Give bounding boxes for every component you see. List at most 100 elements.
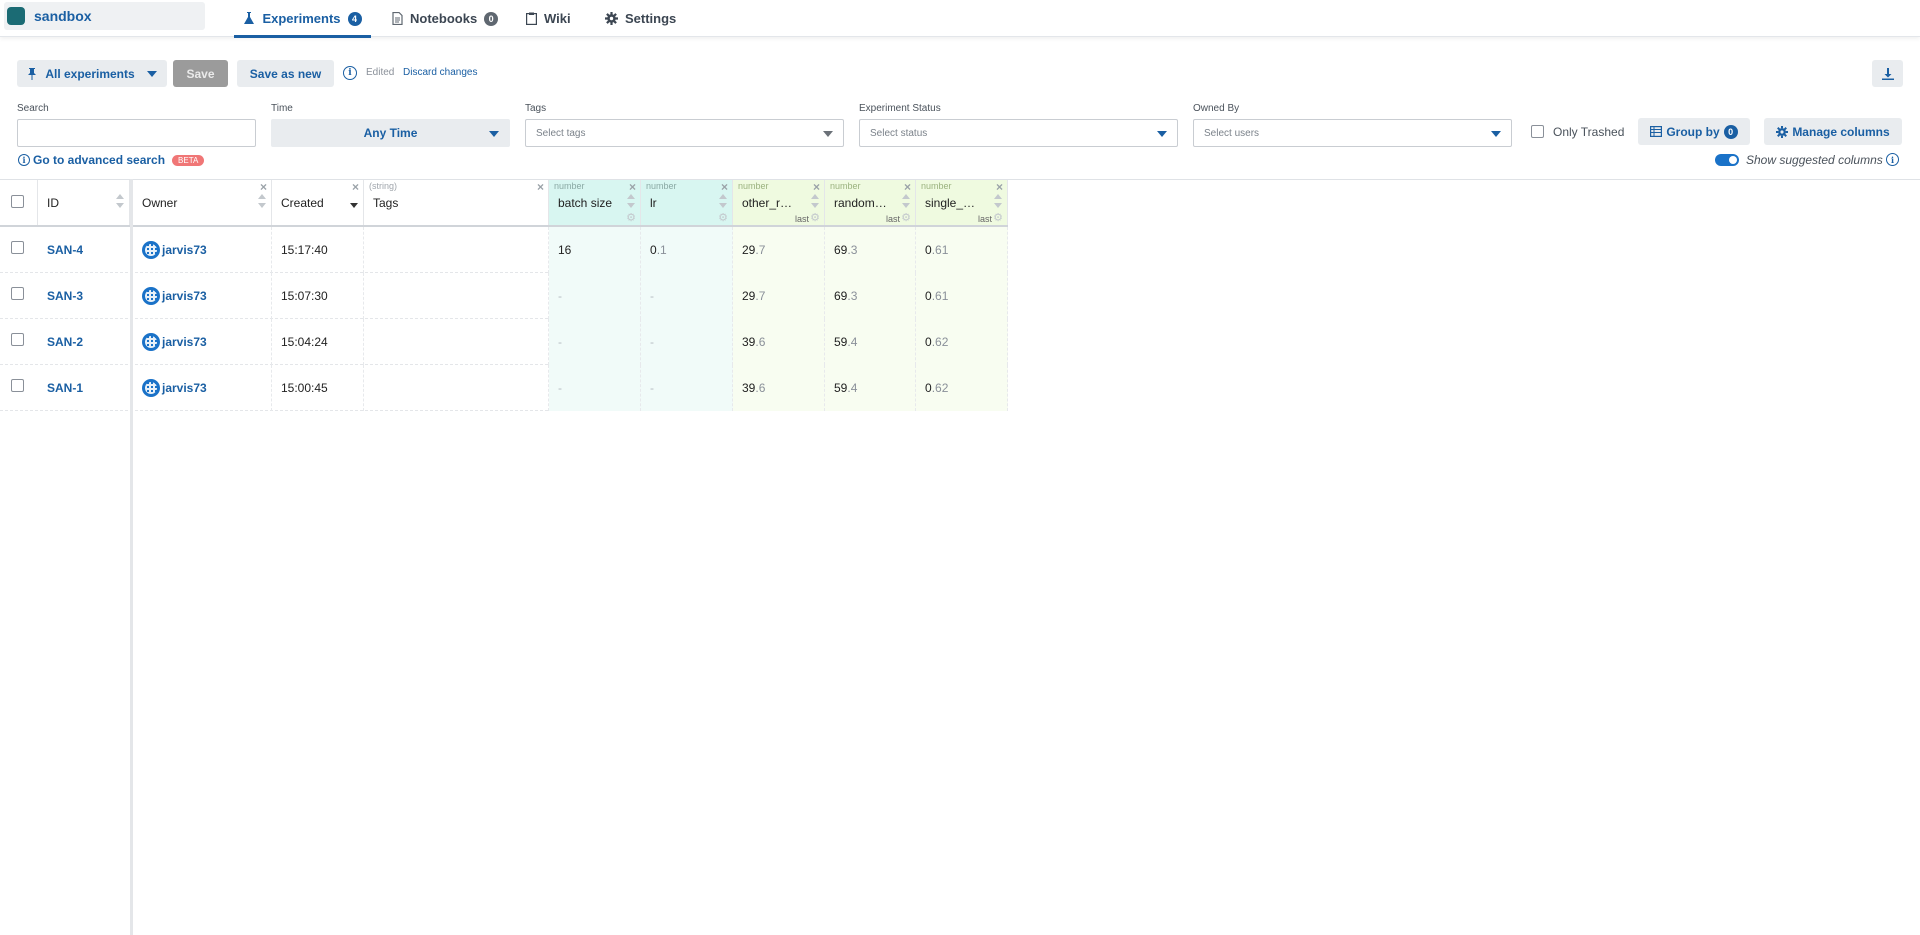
info-icon[interactable]: i xyxy=(1886,153,1899,166)
lr-frac: .1 xyxy=(656,243,667,257)
column-header-owner[interactable]: Owner × xyxy=(133,180,272,226)
experiment-id-link[interactable]: SAN-4 xyxy=(47,243,83,257)
table-row[interactable]: SAN-2 jarvis73 15:04:24 - - 39.6 59.4 0.… xyxy=(0,319,1008,365)
save-as-new-button[interactable]: Save as new xyxy=(237,60,334,87)
close-icon[interactable]: × xyxy=(537,180,544,194)
owner-link[interactable]: jarvis73 xyxy=(162,289,207,303)
tags-cell xyxy=(364,273,549,319)
row-select-cell xyxy=(0,319,38,365)
avatar xyxy=(142,379,160,397)
column-header-lr[interactable]: number lr × ⚙ xyxy=(641,180,733,226)
save-button[interactable]: Save xyxy=(173,60,228,87)
saved-view-dropdown[interactable]: All experiments xyxy=(17,60,167,87)
owner-link[interactable]: jarvis73 xyxy=(162,243,207,257)
info-icon[interactable]: i xyxy=(343,66,357,80)
select-all-checkbox[interactable] xyxy=(11,195,24,208)
gear-icon xyxy=(605,12,618,25)
gear-icon[interactable]: ⚙ xyxy=(901,211,911,224)
column-header-id[interactable]: ID xyxy=(38,180,130,226)
group-by-button[interactable]: Group by 0 xyxy=(1638,118,1750,145)
top-navigation-bar: sandbox Experiments 4 Notebooks 0 Wiki S… xyxy=(0,0,1920,38)
advanced-search-label: Go to advanced search xyxy=(33,153,166,167)
sort-icon[interactable] xyxy=(116,194,124,208)
edited-status: Edited xyxy=(366,67,395,78)
pinned-columns-divider[interactable] xyxy=(130,179,133,935)
gear-icon[interactable]: ⚙ xyxy=(810,211,820,224)
tab-wiki[interactable]: Wiki xyxy=(526,0,571,37)
tags-label: Tags xyxy=(525,103,547,114)
experiment-id-link[interactable]: SAN-1 xyxy=(47,381,83,395)
sort-icon[interactable] xyxy=(258,194,266,208)
table-row[interactable]: SAN-1 jarvis73 15:00:45 - - 39.6 59.4 0.… xyxy=(0,365,1008,411)
owner-link[interactable]: jarvis73 xyxy=(162,335,207,349)
flask-icon xyxy=(244,12,255,24)
tab-notebooks-label: Notebooks xyxy=(410,11,478,26)
close-icon[interactable]: × xyxy=(260,180,267,194)
sort-icon[interactable] xyxy=(994,194,1002,208)
advanced-search-link[interactable]: i Go to advanced search BETA xyxy=(18,153,205,167)
sort-icon[interactable] xyxy=(811,194,819,208)
created-cell: 15:04:24 xyxy=(272,319,364,365)
column-header-batch-size[interactable]: number batch size × ⚙ xyxy=(549,180,641,226)
time-filter-dropdown[interactable]: Any Time xyxy=(271,119,510,147)
row-checkbox[interactable] xyxy=(11,241,24,254)
project-selector[interactable]: sandbox xyxy=(4,2,205,30)
close-icon[interactable]: × xyxy=(996,180,1003,194)
close-icon[interactable]: × xyxy=(352,180,359,194)
row-checkbox[interactable] xyxy=(11,333,24,346)
only-trashed-checkbox[interactable] xyxy=(1531,125,1544,138)
metric-frac: .62 xyxy=(931,381,949,395)
sort-icon[interactable] xyxy=(719,194,727,208)
close-icon[interactable]: × xyxy=(813,180,820,194)
row-checkbox[interactable] xyxy=(11,287,24,300)
column-header-random-metric[interactable]: number random… × last ⚙ xyxy=(825,180,916,226)
tab-settings[interactable]: Settings xyxy=(605,0,676,37)
batch-size-cell: 16 xyxy=(549,227,641,273)
sort-icon[interactable] xyxy=(902,194,910,208)
column-header-single-metric[interactable]: number single_… × last ⚙ xyxy=(916,180,1008,226)
metric-frac: .4 xyxy=(847,381,858,395)
random-metric-cell: 69.3 xyxy=(825,227,916,273)
sort-icon[interactable] xyxy=(627,194,635,208)
owner-filter-select[interactable]: Select users xyxy=(1193,119,1512,147)
close-icon[interactable]: × xyxy=(904,180,911,194)
pin-icon xyxy=(28,67,37,80)
aggregation-label: last xyxy=(885,214,900,224)
tags-filter-select[interactable]: Select tags xyxy=(525,119,844,147)
manage-columns-button[interactable]: Manage columns xyxy=(1764,118,1902,145)
column-header-other-metric[interactable]: number other_r… × last ⚙ xyxy=(733,180,825,226)
gear-icon[interactable]: ⚙ xyxy=(626,211,636,224)
experiment-id-link[interactable]: SAN-3 xyxy=(47,289,83,303)
gear-icon[interactable]: ⚙ xyxy=(993,211,1003,224)
tab-notebooks[interactable]: Notebooks 0 xyxy=(392,0,499,37)
experiment-id-link[interactable]: SAN-2 xyxy=(47,335,83,349)
notebooks-count-badge: 0 xyxy=(484,11,499,26)
single-metric-cell: 0.62 xyxy=(916,319,1008,365)
batch-size-cell: - xyxy=(549,319,641,365)
discard-changes-link[interactable]: Discard changes xyxy=(403,67,477,78)
search-input[interactable] xyxy=(17,119,256,147)
table-row[interactable]: SAN-3 jarvis73 15:07:30 - - 29.7 69.3 0.… xyxy=(0,273,1008,319)
column-header-tags[interactable]: (string) Tags × xyxy=(364,180,549,226)
show-suggested-columns-toggle[interactable] xyxy=(1715,154,1739,166)
sort-desc-icon[interactable] xyxy=(350,194,358,208)
close-icon[interactable]: × xyxy=(721,180,728,194)
metric-frac: .3 xyxy=(847,289,858,303)
gear-icon[interactable]: ⚙ xyxy=(718,211,728,224)
tab-experiments[interactable]: Experiments 4 xyxy=(234,0,371,38)
aggregation-label: last xyxy=(977,214,992,224)
status-filter-select[interactable]: Select status xyxy=(859,119,1178,147)
metric-int: 0 xyxy=(925,289,932,303)
close-icon[interactable]: × xyxy=(629,180,636,194)
metric-frac: .7 xyxy=(755,243,766,257)
download-button[interactable] xyxy=(1872,60,1903,87)
column-header-created[interactable]: Created × xyxy=(272,180,364,226)
chevron-down-icon xyxy=(1157,131,1167,137)
table-row[interactable]: SAN-4 jarvis73 15:17:40 16 0.1 29.7 69.3… xyxy=(0,227,1008,273)
row-checkbox[interactable] xyxy=(11,379,24,392)
download-icon xyxy=(1881,67,1894,80)
beta-badge: BETA xyxy=(172,154,205,166)
metric-frac: .4 xyxy=(847,335,858,349)
owner-link[interactable]: jarvis73 xyxy=(162,381,207,395)
manage-columns-label: Manage columns xyxy=(1792,124,1890,139)
